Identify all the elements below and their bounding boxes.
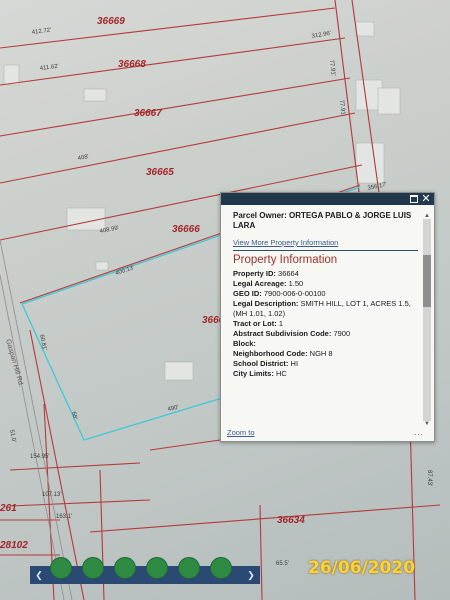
section-title: Property Information [233, 254, 338, 266]
field-value: 7900-006-0-00100 [263, 289, 326, 298]
parcel-label: 36668 [118, 59, 146, 70]
dimension-label: 408' [77, 154, 89, 162]
layers-icon[interactable] [50, 557, 72, 579]
close-icon[interactable]: ✕ [420, 193, 432, 205]
print-icon[interactable] [146, 557, 168, 579]
field-value: HI [290, 359, 299, 368]
dimension-label: 107.13' [42, 492, 62, 498]
popup-header: ✕ [221, 193, 434, 205]
dimension-label: 312.96' [311, 31, 331, 40]
dimension-label: 154.95' [30, 454, 50, 460]
measure-icon[interactable] [114, 557, 136, 579]
field-school-district: School District: HI [233, 359, 418, 369]
basemap-icon[interactable] [178, 557, 200, 579]
popup-divider [233, 250, 418, 251]
chevron-left-icon[interactable]: ❮ [32, 566, 46, 584]
dimension-label: 163.1' [56, 514, 72, 520]
parcel-label: 36666 [172, 224, 200, 235]
field-value: NGH 8 [309, 349, 333, 358]
parcel-info-popup[interactable]: ✕ Parcel Owner: ORTEGA PABLO & JORGE LUI… [220, 192, 435, 442]
parcel-owner: Parcel Owner: ORTEGA PABLO & JORGE LUIS … [233, 211, 412, 230]
more-options-icon[interactable]: ... [414, 428, 424, 437]
field-neighborhood: Neighborhood Code: NGH 8 [233, 349, 418, 359]
field-property-id: Property ID: 36664 [233, 269, 418, 279]
field-abstract-code: Abstract Subdivision Code: 7900 [233, 329, 418, 339]
field-value: HC [275, 369, 287, 378]
view-more-link[interactable]: View More Property Information [233, 238, 418, 248]
field-value: 36664 [278, 269, 299, 278]
chevron-right-icon[interactable]: ❯ [244, 566, 258, 584]
photo-timestamp: 26/06/2020 [308, 558, 416, 578]
dimension-label: 51.0' [8, 429, 17, 443]
dimension-label: 65.5' [276, 561, 289, 567]
field-label: Tract or Lot: [233, 319, 277, 328]
field-label: Neighborhood Code: [233, 349, 308, 358]
field-label: School District: [233, 359, 289, 368]
field-label: Block: [233, 339, 256, 348]
field-legal-acreage: Legal Acreage: 1.50 [233, 279, 418, 289]
field-value: 7900 [333, 329, 351, 338]
parcel-label: 36667 [134, 108, 162, 119]
field-value: 1.50 [288, 279, 304, 288]
dimension-label: 77.91' [328, 60, 336, 77]
dimension-label: 411.62' [40, 64, 60, 72]
maximize-icon[interactable] [408, 193, 420, 205]
dimension-label: 77.91' [338, 100, 346, 117]
field-label: Abstract Subdivision Code: [233, 329, 332, 338]
parcel-label: 36669 [97, 16, 125, 27]
dimension-label: 68' [70, 411, 77, 420]
field-legal-description: Legal Description: SMITH HILL, LOT 1, AC… [233, 299, 418, 319]
share-icon[interactable] [210, 557, 232, 579]
dimension-label: 356.17' [367, 182, 387, 192]
parcel-label: 36665 [146, 167, 174, 178]
dimension-label: 412.72' [32, 28, 52, 36]
field-geo-id: GEO ID: 7900-006-0-00100 [233, 289, 418, 299]
dimension-label: 87.43' [426, 470, 432, 486]
field-tract: Tract or Lot: 1 [233, 319, 418, 329]
zoom-to-link[interactable]: Zoom to [227, 428, 255, 437]
field-label: Legal Acreage: [233, 279, 287, 288]
field-label: GEO ID: [233, 289, 262, 298]
popup-scrollbar[interactable] [423, 219, 431, 421]
map-toolbar: ❮ ❯ [30, 557, 260, 584]
popup-body: Parcel Owner: ORTEGA PABLO & JORGE LUIS … [233, 207, 418, 433]
scroll-down-icon[interactable]: ▼ [423, 421, 431, 427]
scrollbar-thumb[interactable] [423, 255, 431, 307]
parcel-label: 36634 [277, 515, 305, 526]
parcel-label: 261 [0, 503, 17, 514]
parcel-label: 28102 [0, 540, 28, 551]
field-city-limits: City Limits: HC [233, 369, 418, 379]
field-label: Legal Description: [233, 299, 299, 308]
field-label: Property ID: [233, 269, 276, 278]
dimension-label: 400.13' [115, 265, 135, 277]
field-block: Block: [233, 339, 418, 349]
field-value: 1 [278, 319, 284, 328]
draw-icon[interactable] [82, 557, 104, 579]
field-label: City Limits: [233, 369, 274, 378]
